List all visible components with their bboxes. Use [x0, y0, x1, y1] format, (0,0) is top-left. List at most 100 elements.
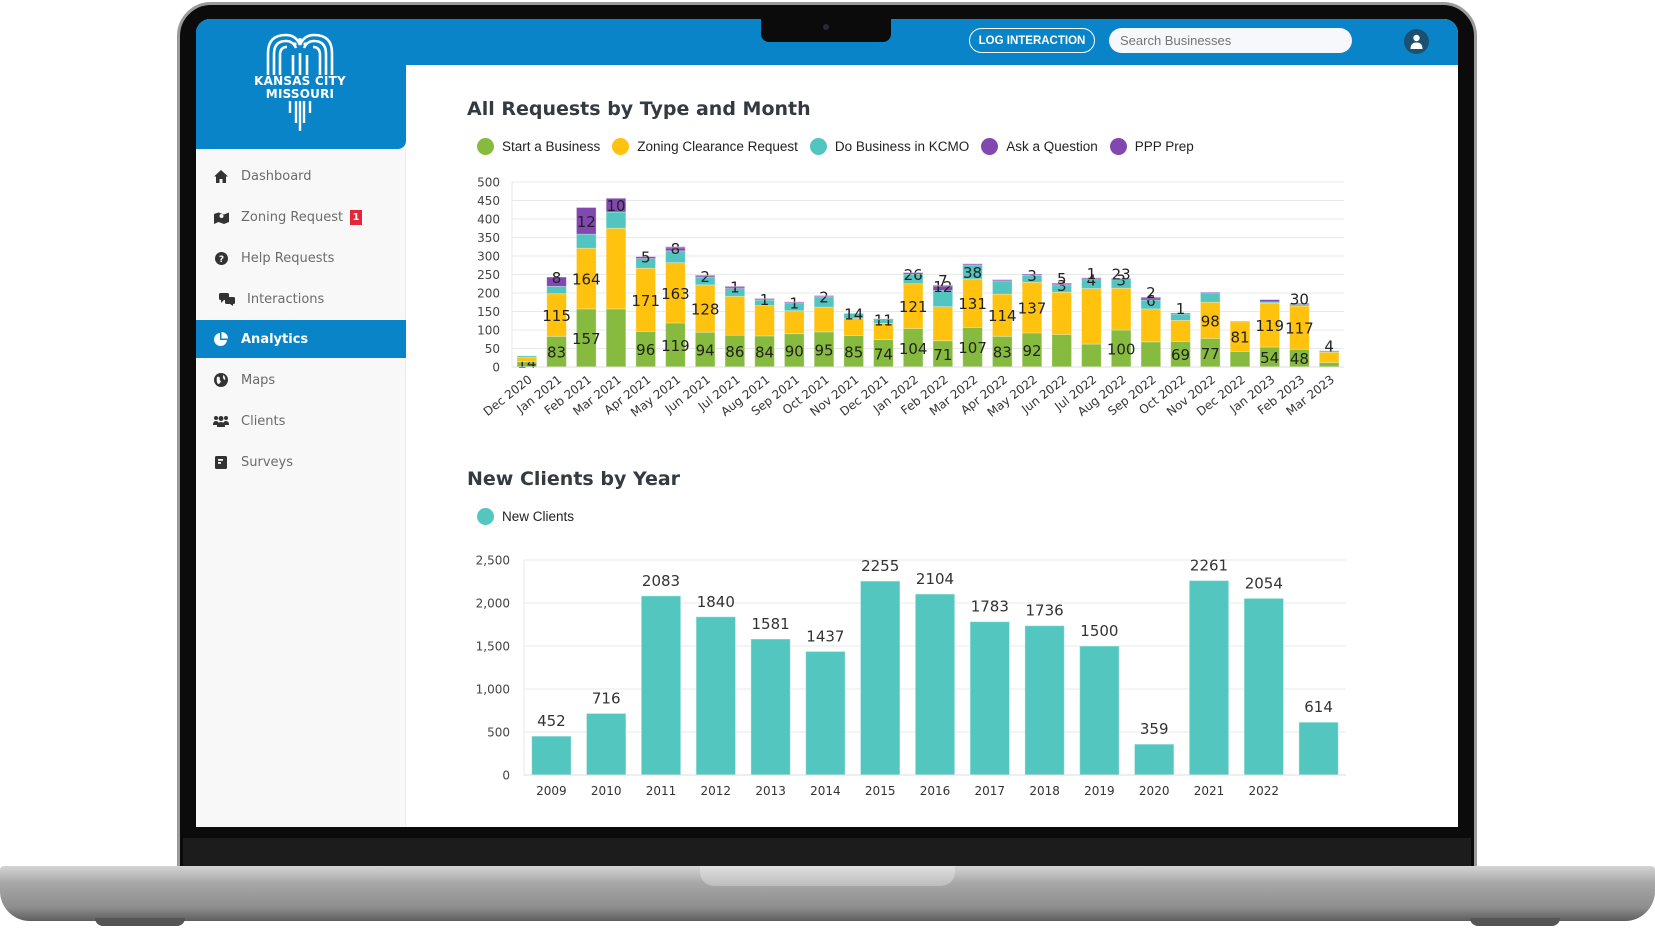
- x-tick-label: 2011: [646, 784, 677, 795]
- bar: [859, 580, 901, 776]
- legend-label: Do Business in KCMO: [834, 139, 970, 154]
- new-clients-by-year-chart: 0 500 1,000 1,500 2,000 2,500 452 2009 716 2010 20…: [476, 554, 1346, 795]
- camera-notch: [761, 19, 891, 42]
- data-label: 1581: [752, 615, 790, 633]
- y-tick-label: 1,500: [476, 640, 510, 654]
- bar-segment-zoning-clearance-request: [605, 227, 627, 310]
- data-label: 3: [1027, 267, 1037, 285]
- question-icon: ?: [213, 250, 229, 266]
- data-label: 86: [725, 343, 744, 361]
- bar-segment-ask-a-question: [1259, 299, 1280, 303]
- data-label: 10: [606, 197, 625, 215]
- sidebar-item-surveys[interactable]: Surveys: [196, 443, 406, 481]
- legend-item[interactable]: Zoning Clearance Request: [612, 138, 798, 155]
- data-label: 121: [899, 298, 928, 316]
- data-label: 100: [1107, 341, 1136, 359]
- data-label: 1: [760, 291, 770, 309]
- data-label: 96: [636, 341, 655, 359]
- y-tick-label: 2,000: [476, 597, 510, 611]
- data-label: 1: [790, 294, 800, 312]
- sidebar-item-label: Clients: [241, 413, 286, 429]
- user-avatar-button[interactable]: [1404, 29, 1429, 54]
- bar-segment-zoning-clearance-request: [813, 306, 835, 333]
- kansas-city-logo[interactable]: KANSAS CITY MISSOURI: [250, 31, 350, 146]
- x-tick-label: 2010: [591, 784, 622, 795]
- zoning-request-count-badge: 1: [350, 209, 363, 225]
- bar: [1079, 645, 1120, 776]
- data-label: 114: [988, 307, 1017, 325]
- data-label: 107: [958, 339, 987, 357]
- globe-icon: [213, 372, 229, 388]
- y-tick-label: 1,000: [476, 683, 510, 697]
- log-interaction-button[interactable]: LOG INTERACTION: [969, 28, 1095, 53]
- data-label: 1: [1087, 265, 1097, 283]
- data-label: 1: [1176, 300, 1186, 318]
- sidebar-item-label: Help Requests: [241, 250, 335, 266]
- data-label: 1: [730, 279, 740, 297]
- data-label: 2104: [916, 570, 954, 588]
- sidebar-item-zoning-request[interactable]: Zoning Request 1: [196, 198, 406, 236]
- legend-item[interactable]: PPP Prep: [1109, 138, 1194, 155]
- user-icon: [1410, 34, 1423, 49]
- survey-icon: [213, 454, 229, 470]
- data-label: 85: [844, 343, 863, 361]
- bar: [805, 650, 846, 776]
- bar-segment-start-a-business: [605, 308, 627, 368]
- data-label: 92: [1022, 342, 1041, 360]
- pie-chart-icon: [213, 331, 229, 347]
- bar-segment-ppp-prep: [813, 295, 835, 297]
- new-clients-chart-title: New Clients by Year: [467, 468, 681, 490]
- bar-segment-start-a-business: [1140, 341, 1162, 368]
- data-label: 5: [641, 249, 651, 267]
- data-label: 26: [904, 266, 923, 284]
- data-label: 8: [552, 269, 562, 287]
- search-businesses-input[interactable]: [1109, 28, 1352, 53]
- data-label: 452: [537, 712, 566, 730]
- bar-segment-ask-a-question: [902, 272, 924, 275]
- data-label: 104: [899, 340, 928, 358]
- x-tick-label: 2012: [701, 784, 732, 795]
- data-label: 71: [933, 346, 952, 364]
- sidebar-item-clients[interactable]: Clients: [196, 402, 406, 440]
- sidebar-item-interactions[interactable]: Interactions: [196, 280, 406, 318]
- y-tick-label: 100: [477, 324, 500, 338]
- data-label: 84: [755, 343, 774, 361]
- laptop-foot: [1470, 918, 1560, 926]
- bar-segment-do-business-in-kcmo: [1200, 292, 1221, 303]
- data-label: 157: [572, 330, 601, 348]
- bar-segment-zoning-clearance-request: [1140, 308, 1162, 343]
- data-label: 2255: [861, 557, 899, 575]
- data-label: 2054: [1245, 574, 1283, 592]
- y-tick-label: 150: [477, 305, 500, 319]
- data-label: 30: [1290, 290, 1309, 308]
- data-label: 171: [631, 292, 660, 310]
- svg-text:?: ?: [218, 255, 223, 265]
- y-tick-label: 500: [487, 726, 510, 740]
- legend-item[interactable]: Start a Business: [477, 138, 600, 155]
- sidebar-item-help-requests[interactable]: ? Help Requests: [196, 239, 406, 277]
- data-label: 2: [700, 268, 710, 286]
- data-label: 95: [814, 341, 833, 359]
- requests-chart-title: All Requests by Type and Month: [467, 98, 811, 120]
- fountain-base-icon: [288, 101, 312, 131]
- sidebar-item-maps[interactable]: Maps: [196, 361, 406, 399]
- sidebar: Dashboard Zoning Request 1 ? Help Reques…: [196, 149, 406, 827]
- data-label: 716: [592, 689, 621, 707]
- data-label: 1783: [971, 598, 1009, 616]
- legend-item[interactable]: New Clients: [477, 508, 574, 525]
- camera-icon: [823, 24, 829, 30]
- bar: [640, 595, 682, 776]
- bar-segment-ppp-prep: [694, 274, 716, 277]
- bar: [969, 621, 1011, 776]
- x-tick-label: 2014: [810, 784, 841, 795]
- legend-item[interactable]: Do Business in KCMO: [809, 138, 970, 155]
- laptop-foot: [95, 918, 185, 926]
- legend-item[interactable]: Ask a Question: [981, 138, 1098, 155]
- sidebar-item-analytics[interactable]: Analytics: [196, 320, 406, 358]
- sidebar-item-dashboard[interactable]: Dashboard: [196, 157, 406, 195]
- data-label: 83: [993, 344, 1012, 362]
- data-label: 614: [1304, 698, 1333, 716]
- data-label: 98: [1201, 312, 1220, 330]
- data-label: 119: [661, 337, 690, 355]
- data-label: 1840: [697, 593, 735, 611]
